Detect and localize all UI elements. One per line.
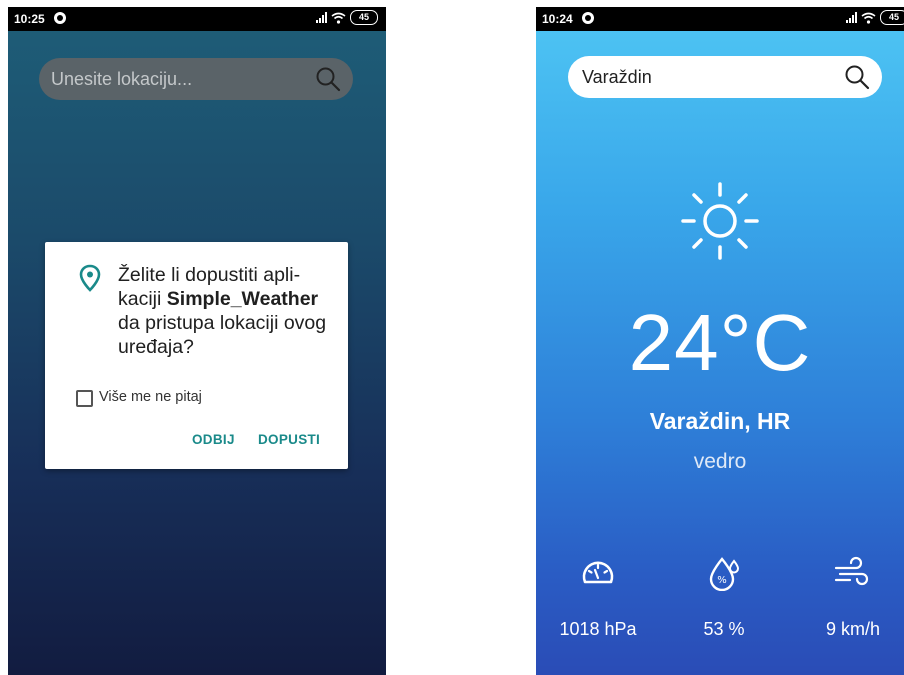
status-indicator-icon bbox=[582, 12, 594, 24]
status-bar: 10:25 45 bbox=[8, 7, 386, 31]
phone-screen-permission: 10:25 45 Unesite lokaciju... Želite li d… bbox=[8, 7, 386, 675]
allow-button[interactable]: DOPUSTI bbox=[258, 432, 320, 447]
signal-icon bbox=[846, 12, 857, 23]
phone-screen-weather: 10:24 45 Varaždin 24°C Varaždin, HR vedr… bbox=[536, 7, 904, 675]
temperature: 24°C bbox=[628, 298, 812, 387]
location-pin-icon bbox=[79, 264, 101, 292]
search-icon[interactable] bbox=[844, 64, 870, 90]
battery-icon: 45 bbox=[350, 10, 378, 25]
status-time: 10:25 bbox=[14, 12, 45, 26]
dont-ask-label[interactable]: Više me ne pitaj bbox=[99, 389, 202, 405]
status-time: 10:24 bbox=[542, 12, 573, 26]
sun-icon bbox=[681, 182, 759, 260]
search-icon[interactable] bbox=[315, 66, 341, 92]
search-bar[interactable]: Varaždin bbox=[568, 56, 882, 98]
humidity-drop-icon: % bbox=[709, 557, 740, 591]
wifi-icon bbox=[861, 12, 876, 24]
wifi-icon bbox=[331, 12, 346, 24]
permission-dialog: Želite li dopustiti apli-kaciji Simple_W… bbox=[45, 242, 348, 469]
wind-icon bbox=[834, 556, 869, 586]
location-name: Varaždin, HR bbox=[649, 408, 791, 434]
pressure-value: 1018 hPa bbox=[559, 619, 637, 639]
dialog-app-name: Simple_Weather bbox=[166, 288, 319, 310]
system-icons: 45 bbox=[846, 10, 904, 25]
status-bar: 10:24 45 bbox=[536, 7, 904, 31]
svg-text:%: % bbox=[717, 575, 727, 586]
search-input[interactable]: Varaždin bbox=[582, 67, 652, 88]
search-bar[interactable]: Unesite lokaciju... bbox=[39, 58, 353, 100]
deny-button[interactable]: ODBIJ bbox=[192, 432, 235, 447]
dont-ask-checkbox[interactable] bbox=[76, 390, 93, 407]
pressure-gauge-icon bbox=[582, 561, 614, 584]
wind-value: 9 km/h bbox=[825, 619, 881, 639]
dialog-message-after: da pristupa lokaciji ovog uređaja? bbox=[118, 312, 327, 358]
signal-icon bbox=[316, 12, 327, 23]
weather-condition: vedro bbox=[693, 450, 747, 473]
system-icons: 45 bbox=[316, 10, 378, 25]
battery-icon: 45 bbox=[880, 10, 904, 25]
dialog-message: Želite li dopustiti apli-kaciji Simple_W… bbox=[118, 263, 338, 359]
search-input[interactable]: Unesite lokaciju... bbox=[51, 69, 192, 90]
humidity-value: 53 % bbox=[703, 619, 745, 639]
status-indicator-icon bbox=[54, 12, 66, 24]
